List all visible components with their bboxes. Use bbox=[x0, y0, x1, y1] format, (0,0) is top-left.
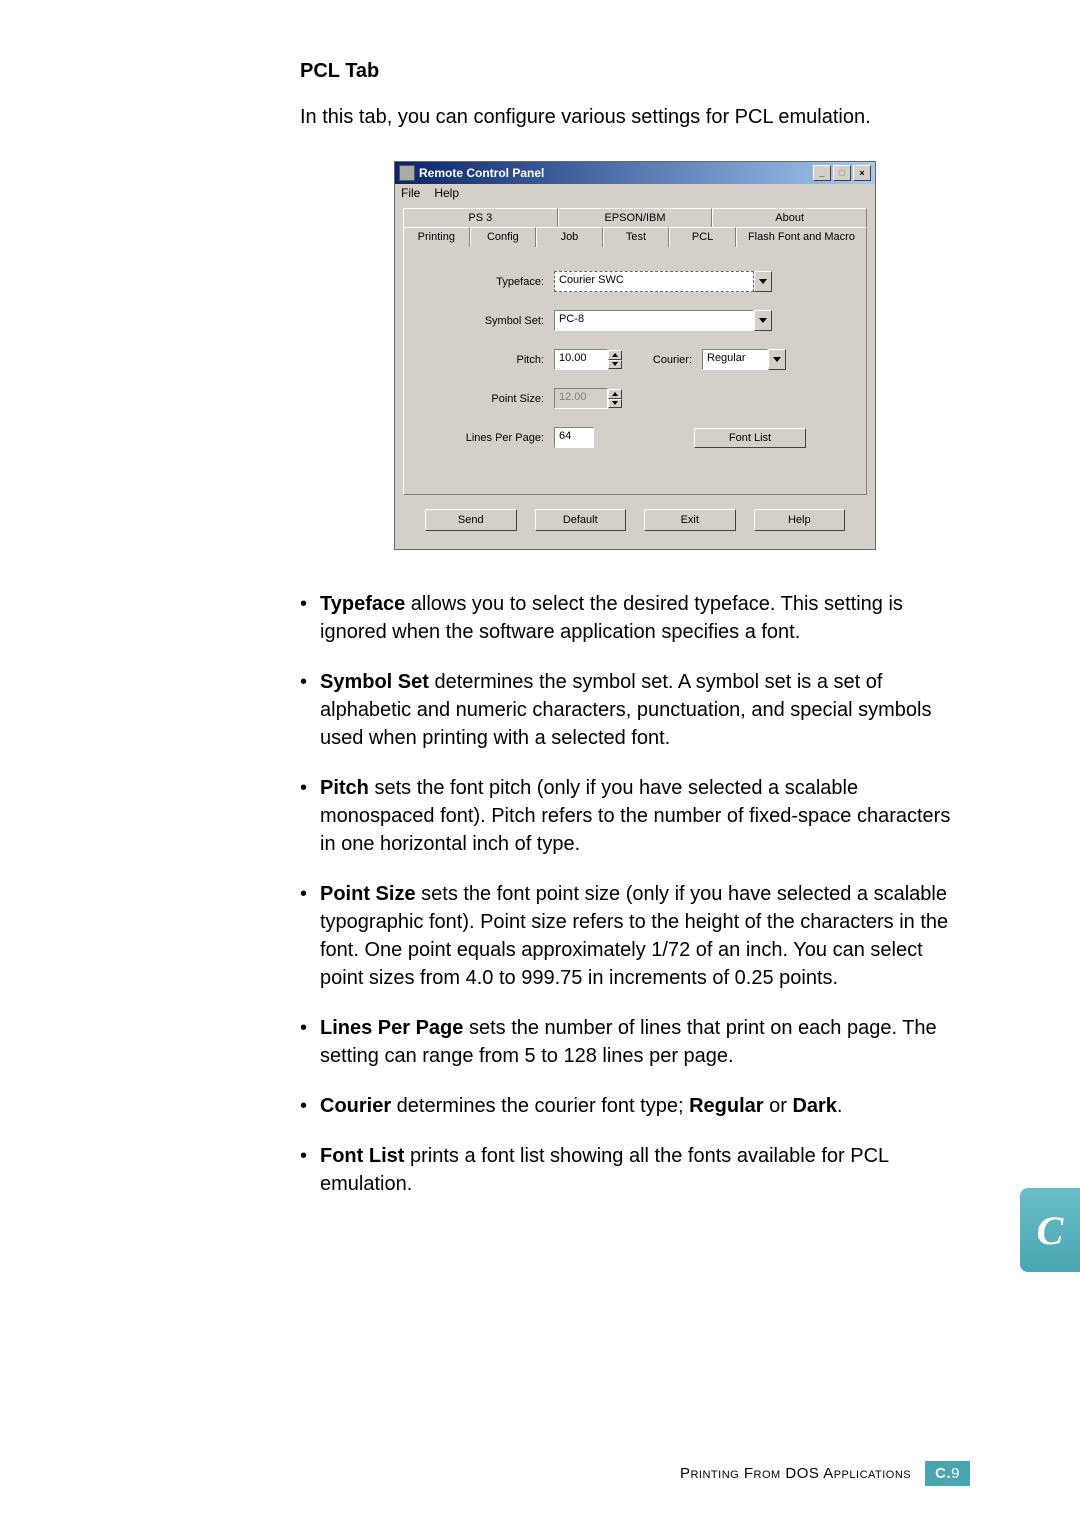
courier-select[interactable]: Regular bbox=[702, 349, 768, 370]
tab-pcl[interactable]: PCL bbox=[669, 227, 736, 247]
tab-ps3[interactable]: PS 3 bbox=[403, 208, 558, 227]
app-icon bbox=[399, 165, 415, 181]
tab-printing[interactable]: Printing bbox=[403, 227, 470, 247]
menu-file[interactable]: File bbox=[401, 186, 420, 200]
send-button[interactable]: Send bbox=[425, 509, 517, 531]
default-button[interactable]: Default bbox=[535, 509, 627, 531]
close-icon[interactable]: × bbox=[853, 165, 871, 181]
intro-text: In this tab, you can configure various s… bbox=[300, 103, 970, 131]
point-size-input: 12.00 bbox=[554, 388, 608, 409]
pitch-spinner[interactable] bbox=[608, 350, 622, 369]
label-typeface: Typeface: bbox=[424, 276, 554, 288]
symbol-set-select[interactable]: PC-8 bbox=[554, 310, 754, 331]
footer-text: Printing From DOS Applications bbox=[680, 1465, 911, 1482]
dialog-window: Remote Control Panel _ □ × File Help PS … bbox=[394, 161, 876, 550]
tab-epson-ibm[interactable]: EPSON/IBM bbox=[558, 208, 713, 227]
desc-pitch: Pitch sets the font pitch (only if you h… bbox=[300, 774, 970, 858]
pitch-input[interactable]: 10.00 bbox=[554, 349, 608, 370]
desc-courier: Courier determines the courier font type… bbox=[300, 1092, 970, 1120]
tab-content-pcl: Typeface: Courier SWC Symbol Set: PC-8 P… bbox=[403, 246, 867, 495]
lines-per-page-input[interactable]: 64 bbox=[554, 427, 594, 448]
maximize-icon[interactable]: □ bbox=[833, 165, 851, 181]
label-lines-per-page: Lines Per Page: bbox=[424, 432, 554, 444]
tab-flash-font-macro[interactable]: Flash Font and Macro bbox=[736, 227, 867, 247]
help-button[interactable]: Help bbox=[754, 509, 846, 531]
page-number-badge: C.9 bbox=[925, 1461, 970, 1486]
dropdown-arrow-icon[interactable] bbox=[768, 349, 786, 370]
point-size-spinner bbox=[608, 389, 622, 408]
page-footer: Printing From DOS Applications C.9 bbox=[680, 1461, 970, 1486]
desc-font-list: Font List prints a font list showing all… bbox=[300, 1142, 970, 1198]
tab-config[interactable]: Config bbox=[470, 227, 537, 247]
typeface-select[interactable]: Courier SWC bbox=[554, 271, 754, 292]
window-title: Remote Control Panel bbox=[419, 166, 544, 180]
font-list-button[interactable]: Font List bbox=[694, 428, 806, 448]
tab-about[interactable]: About bbox=[712, 208, 867, 227]
dropdown-arrow-icon[interactable] bbox=[754, 310, 772, 331]
menu-help[interactable]: Help bbox=[434, 186, 459, 200]
exit-button[interactable]: Exit bbox=[644, 509, 736, 531]
desc-point-size: Point Size sets the font point size (onl… bbox=[300, 880, 970, 992]
desc-symbol-set: Symbol Set determines the symbol set. A … bbox=[300, 668, 970, 752]
tab-test[interactable]: Test bbox=[603, 227, 670, 247]
label-point-size: Point Size: bbox=[424, 393, 554, 405]
titlebar: Remote Control Panel _ □ × bbox=[395, 162, 875, 184]
appendix-tab: C bbox=[1020, 1188, 1080, 1272]
desc-lines-per-page: Lines Per Page sets the number of lines … bbox=[300, 1014, 970, 1070]
label-pitch: Pitch: bbox=[424, 354, 554, 366]
section-heading: PCL Tab bbox=[300, 60, 970, 83]
minimize-icon[interactable]: _ bbox=[813, 165, 831, 181]
desc-typeface: Typeface allows you to select the desire… bbox=[300, 590, 970, 646]
label-symbol-set: Symbol Set: bbox=[424, 315, 554, 327]
menubar: File Help bbox=[395, 184, 875, 202]
tab-job[interactable]: Job bbox=[536, 227, 603, 247]
label-courier: Courier: bbox=[622, 354, 702, 366]
dropdown-arrow-icon[interactable] bbox=[754, 271, 772, 292]
